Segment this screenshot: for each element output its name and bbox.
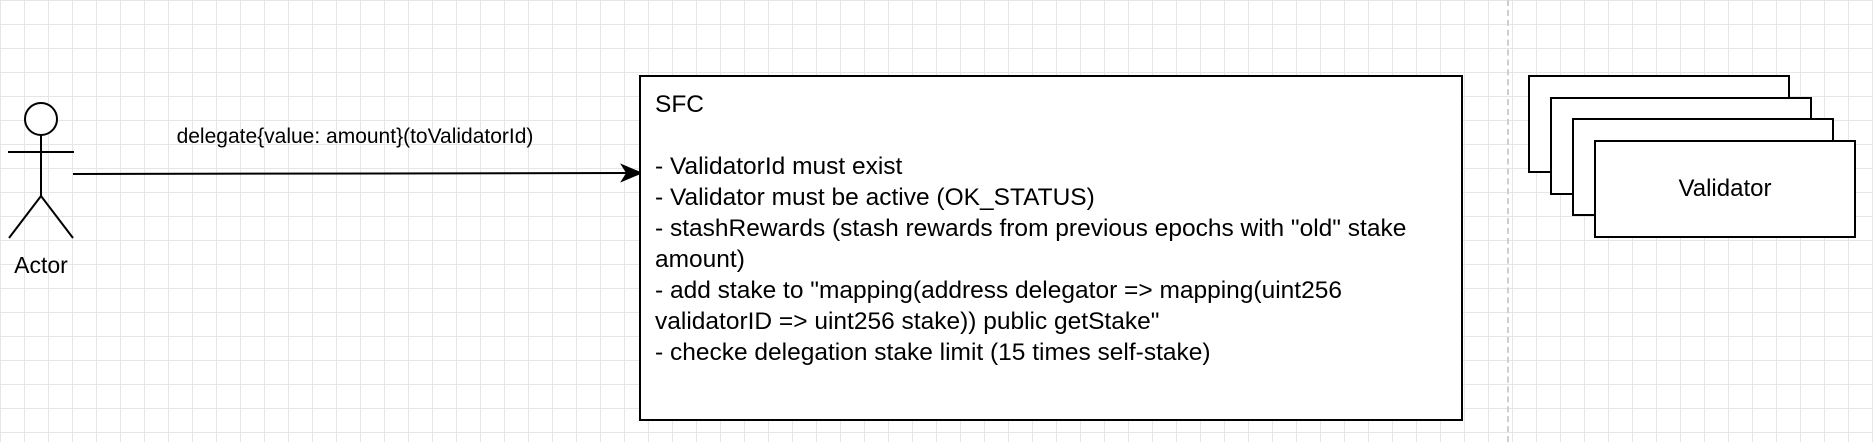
message-arrow[interactable] bbox=[70, 160, 645, 188]
actor-label: Actor bbox=[14, 252, 68, 278]
actor[interactable]: Actor bbox=[0, 100, 82, 290]
sfc-rule: - stashRewards (stash rewards from previ… bbox=[655, 215, 1407, 273]
diagram-canvas: Actor delegate{value: amount}(toValidato… bbox=[0, 0, 1873, 442]
page-divider bbox=[1507, 0, 1509, 442]
message-label: delegate{value: amount}(toValidatorId) bbox=[176, 125, 534, 148]
sfc-rules-list: - ValidatorId must exist - Validator mus… bbox=[655, 151, 1447, 368]
sfc-rule: - Validator must be active (OK_STATUS) bbox=[655, 184, 1095, 211]
sfc-title: SFC bbox=[655, 91, 704, 118]
sfc-box[interactable]: SFC - ValidatorId must exist - Validator… bbox=[639, 75, 1463, 421]
validator-card-front[interactable]: Validator bbox=[1594, 140, 1856, 238]
validator-label: Validator bbox=[1678, 175, 1772, 202]
validator-stack[interactable]: Validator bbox=[1528, 75, 1858, 275]
sfc-rule: - ValidatorId must exist bbox=[655, 153, 903, 180]
sfc-rule: - add stake to "mapping(address delegato… bbox=[655, 277, 1342, 335]
sfc-rule: - checke delegation stake limit (15 time… bbox=[655, 339, 1211, 366]
